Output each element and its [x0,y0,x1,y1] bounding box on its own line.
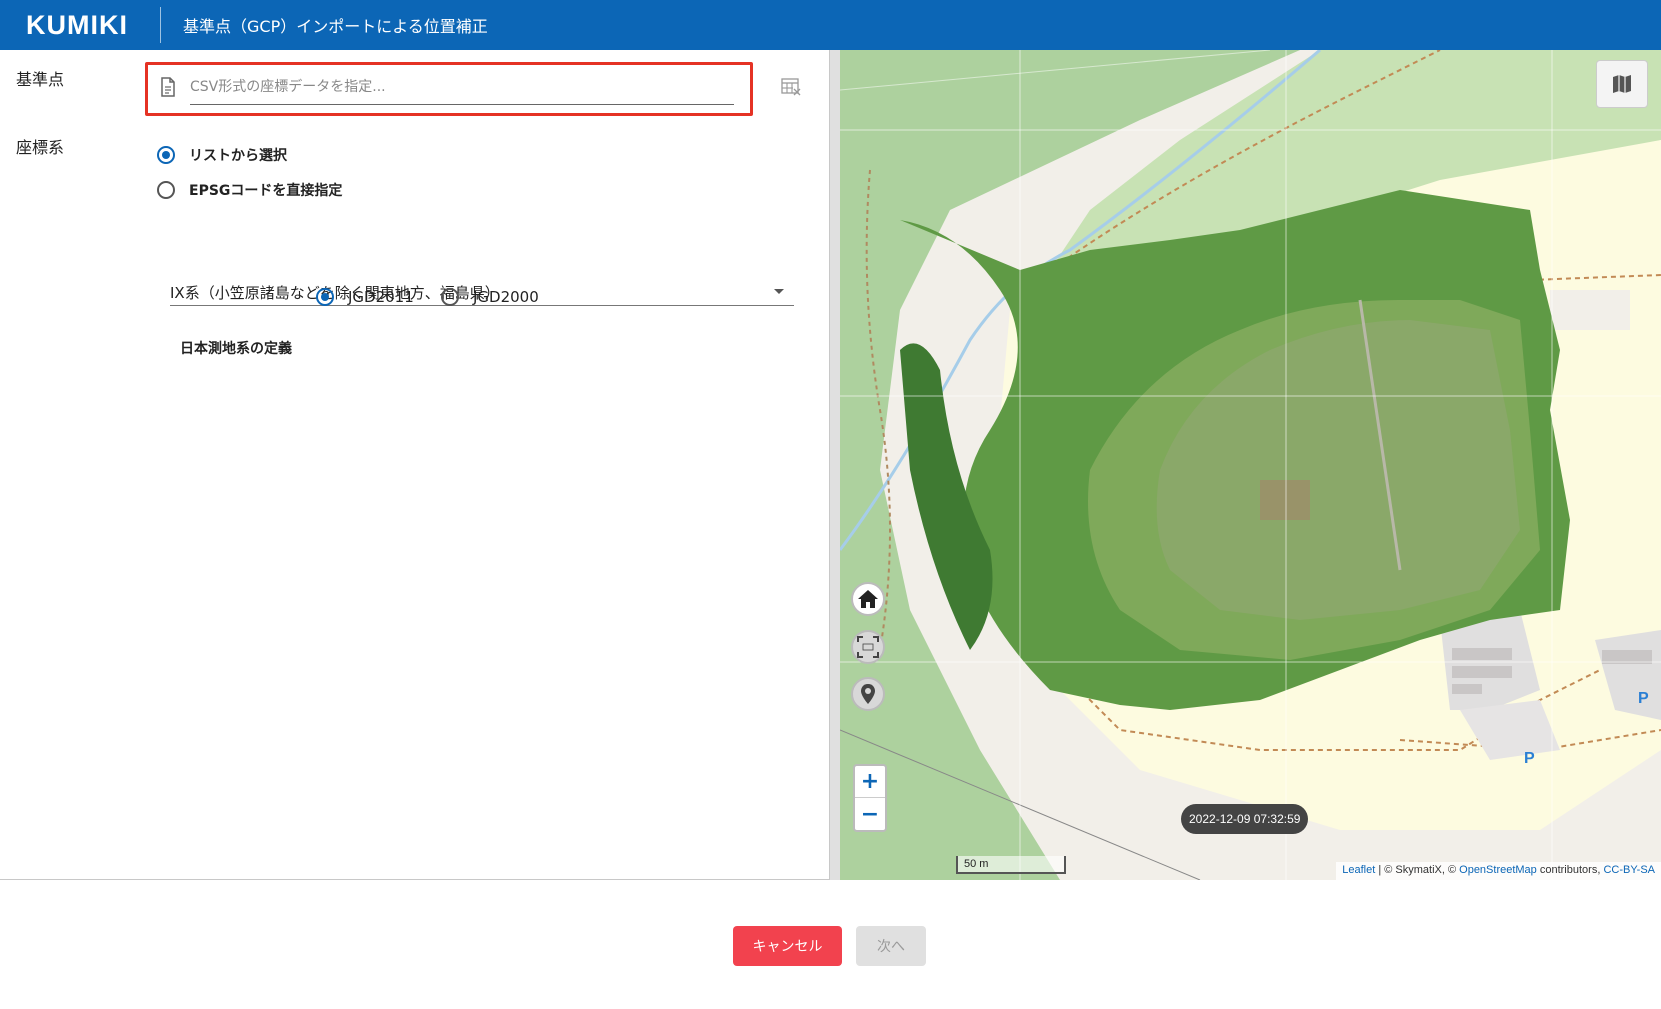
map-view[interactable]: + − 2022-12-09 07:32:59 50 m P P Leaflet… [840,50,1661,880]
radio-jgd2011-label: JGD2011 [348,288,414,306]
marker-button[interactable] [851,677,885,711]
radio-jgd2011[interactable]: JGD2011 [316,288,414,306]
attribution-text: | © SkymatiX, © [1375,864,1460,876]
parking-label: P [1524,750,1535,767]
home-button[interactable] [851,582,885,616]
radio-checked-icon [316,288,334,306]
app-logo: KUMIKI [26,9,128,40]
radio-crs-epsg-label: EPSGコードを直接指定 [189,183,343,199]
zoom-control: + − [853,764,887,832]
layer-switch-button[interactable] [1596,60,1648,108]
cancel-button[interactable]: キャンセル [733,926,842,966]
csv-file-input[interactable] [190,69,734,105]
osm-link[interactable]: OpenStreetMap [1459,864,1537,876]
layers-map-icon [1613,75,1631,93]
radio-unchecked-icon [441,288,459,306]
gcp-field-label: 基準点 [16,70,65,89]
radio-crs-epsg[interactable]: EPSGコードを直接指定 [157,180,342,200]
gcp-file-highlight [145,62,753,116]
home-icon [858,590,878,608]
radio-crs-list[interactable]: リストから選択 [157,145,287,165]
parking-label: P [1638,690,1649,707]
zoom-in-button[interactable]: + [855,766,885,798]
file-icon [161,77,175,97]
map-tiles [840,50,1661,880]
attribution-text: contributors, [1536,864,1604,876]
radio-jgd2000-label: JGD2000 [473,288,539,306]
leaflet-link[interactable]: Leaflet [1342,864,1375,876]
radio-crs-list-label: リストから選択 [189,148,287,164]
capture-timestamp: 2022-12-09 07:32:59 [1181,804,1309,834]
table-clear-icon[interactable] [781,78,801,96]
settings-panel: 基準点 座標系 リストから選択 EPSGコードを直接指定 IX系（小笠原諸島など… [0,50,829,880]
license-link[interactable]: CC-BY-SA [1603,864,1655,876]
radio-unchecked-icon [157,181,175,199]
gcp-fit-button[interactable] [851,630,885,664]
map-attribution: Leaflet | © SkymatiX, © OpenStreetMap co… [1336,862,1661,880]
zoom-out-button[interactable]: − [855,798,885,830]
crs-field-label: 座標系 [16,138,65,157]
app-header: KUMIKI 基準点（GCP）インポートによる位置補正 [0,0,1661,50]
map-scale: 50 m [956,856,1066,874]
marker-icon [861,684,875,704]
page-title: 基準点（GCP）インポートによる位置補正 [183,17,488,36]
chevron-down-icon [774,289,784,294]
radio-jgd2000[interactable]: JGD2000 [441,288,539,306]
datum-label: 日本測地系の定義 [180,341,292,357]
panel-splitter[interactable] [829,50,840,880]
radio-checked-icon [157,146,175,164]
next-button[interactable]: 次へ [856,926,926,966]
gcp-fit-icon [857,636,879,658]
